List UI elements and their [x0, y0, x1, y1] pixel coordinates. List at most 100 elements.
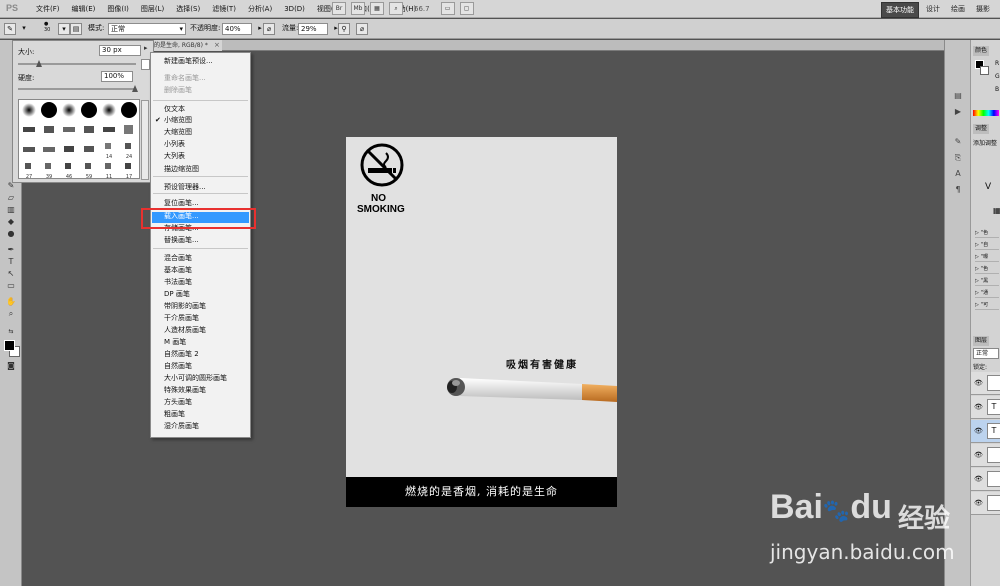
brush-preset[interactable]: 39 [39, 160, 59, 180]
arrange-documents-icon[interactable]: ▭ [440, 2, 455, 15]
bridge-icon[interactable]: Br [332, 2, 346, 15]
brush-preset[interactable] [19, 100, 39, 120]
layer-row[interactable]: 👁 T [971, 420, 1000, 443]
eye-icon[interactable]: 👁 [974, 451, 983, 459]
menu-item-option[interactable]: 小缩览图 [164, 116, 192, 125]
workspace-button[interactable]: 基本功能 [881, 2, 919, 18]
brush-preset[interactable] [39, 100, 59, 120]
opacity-field[interactable]: 40% [222, 23, 252, 35]
eye-icon[interactable]: 👁 [974, 475, 983, 483]
menu-item-option[interactable]: 仅文本 [164, 105, 185, 114]
eye-icon[interactable]: 👁 [974, 427, 983, 435]
flow-field[interactable]: 29% [298, 23, 328, 35]
adjustment-preset-row[interactable]: ▷ "黑 [975, 276, 999, 286]
path-select-icon[interactable]: ↖ [5, 268, 17, 279]
menu-item[interactable]: 滤镜(T) [206, 0, 242, 18]
layer-row[interactable]: 👁 [971, 444, 1000, 467]
grid-icon[interactable]: ▦ [370, 2, 384, 15]
toggle-brush-panel-icon[interactable]: ▤ [70, 23, 82, 35]
brush-preset[interactable] [39, 120, 59, 140]
eraser-icon[interactable]: ▱ [5, 192, 17, 203]
brush-preset[interactable]: 59 [79, 160, 99, 180]
brush-picker-icon[interactable]: ▾ [58, 23, 70, 35]
menu-item-option[interactable]: 描边缩览图 [164, 165, 199, 174]
menu-item-option[interactable]: 预设管理器... [164, 183, 206, 192]
layer-row[interactable]: 👁 T [971, 396, 1000, 419]
gradient-icon[interactable]: ▥ [5, 204, 17, 215]
document-canvas[interactable]: NO SMOKING 吸烟有害健康 燃烧的是香烟, 消耗的是生命 [346, 137, 617, 507]
menu-item-option[interactable]: 干介质画笔 [164, 314, 199, 323]
hardness-slider-thumb[interactable] [132, 85, 138, 92]
workspace-button[interactable]: 摄影 [972, 2, 994, 18]
menu-item-option[interactable]: 替换画笔... [164, 236, 199, 245]
size-slider[interactable] [18, 60, 136, 67]
dodge-icon[interactable]: ● [5, 228, 17, 239]
brush-tool-icon[interactable]: ✎ [4, 23, 16, 35]
menu-item-option[interactable]: M 画笔 [164, 338, 186, 347]
menu-item-option[interactable]: 粗画笔 [164, 410, 185, 419]
paragraph-panel-icon[interactable]: ¶ [952, 184, 964, 196]
menu-item[interactable]: 图层(L) [135, 0, 170, 18]
menu-item-option[interactable]: 特殊效果画笔 [164, 386, 206, 395]
eye-icon[interactable]: 👁 [974, 379, 983, 387]
menu-item-option[interactable]: 方头画笔 [164, 398, 192, 407]
brush-preset[interactable] [79, 120, 99, 140]
brush-preset[interactable] [79, 100, 99, 120]
eye-icon[interactable]: 👁 [974, 403, 983, 411]
history-panel-icon[interactable]: ▤ [952, 90, 964, 102]
brush-preset[interactable] [19, 140, 39, 160]
layer-row[interactable]: 👁 [971, 372, 1000, 395]
menu-item-option[interactable]: 自然画笔 2 [164, 350, 199, 359]
chevron-down-icon[interactable]: ▾ [20, 23, 28, 35]
brush-preset[interactable]: 46 [59, 160, 79, 180]
brush-preset[interactable]: 11 [99, 160, 119, 180]
pressure-opacity-icon[interactable]: ⌀ [263, 23, 275, 35]
adjustment-preset-row[interactable]: ▷ "自 [975, 240, 999, 250]
workspace-button[interactable]: 绘画 [947, 2, 969, 18]
layer-row[interactable]: 👁 [971, 492, 1000, 515]
hardness-slider[interactable] [18, 85, 138, 92]
brush-preset[interactable]: 24 [119, 140, 139, 160]
layer-row[interactable]: 👁 [971, 468, 1000, 491]
type-tool-icon[interactable]: T [5, 256, 17, 267]
brush-preset[interactable]: 27 [19, 160, 39, 180]
menu-item-option[interactable]: 人造材质画笔 [164, 326, 206, 335]
brush-preset[interactable] [99, 120, 119, 140]
document-tab[interactable]: 的是生命, RGB/8) * × [150, 40, 222, 51]
brush-preset[interactable] [119, 100, 139, 120]
color-bg-swatch[interactable] [980, 66, 989, 75]
menu-item[interactable]: 文件(F) [30, 0, 66, 18]
menu-item-option[interactable]: 大缩览图 [164, 128, 192, 137]
hand-icon[interactable]: ✋ [5, 296, 17, 307]
minibridge-icon[interactable]: Mb [351, 2, 365, 15]
menu-item-option[interactable]: 书法画笔 [164, 278, 192, 287]
swap-colors-icon[interactable]: ⇆ [5, 326, 17, 337]
foreground-color-swatch[interactable] [4, 340, 15, 351]
menu-item-option[interactable]: 混合画笔 [164, 254, 192, 263]
brush-preset[interactable] [59, 100, 79, 120]
menu-item-option[interactable]: 大小可调的圆形画笔 [164, 374, 227, 383]
brush-preset[interactable] [19, 120, 39, 140]
tab-color[interactable]: 颜色 [973, 46, 990, 56]
menu-item[interactable]: 编辑(E) [66, 0, 102, 18]
menu-item-option[interactable]: 自然画笔 [164, 362, 192, 371]
mode-select[interactable]: 正常 ▾ [108, 23, 186, 35]
quick-mask-icon[interactable]: ◙ [5, 360, 17, 371]
shape-icon[interactable]: ▭ [5, 280, 17, 291]
vibrance-icon[interactable]: V [985, 182, 991, 192]
brush-preset[interactable] [39, 140, 59, 160]
airbrush-icon[interactable]: ⚲ [338, 23, 350, 35]
menu-item-option[interactable]: 大列表 [164, 152, 185, 161]
menu-item[interactable]: 选择(S) [170, 0, 206, 18]
menu-item[interactable]: 3D(D) [278, 0, 311, 18]
brush-preset-grid[interactable]: 14 24 27 39 46 59 11 17 [18, 99, 149, 180]
brush-panel-icon[interactable]: ✎ [952, 136, 964, 148]
zoom-tool-icon[interactable]: ⌕ [389, 2, 403, 15]
color-spectrum[interactable] [973, 110, 999, 116]
screen-mode-icon[interactable]: ▢ [459, 2, 474, 15]
blend-mode-select[interactable]: 正常 [973, 348, 999, 359]
adjustment-preset-row[interactable]: ▷ "可 [975, 300, 999, 310]
eye-icon[interactable]: 👁 [974, 499, 983, 507]
menu-item[interactable]: 分析(A) [242, 0, 278, 18]
zoom-icon[interactable]: ⌕ [5, 308, 17, 319]
